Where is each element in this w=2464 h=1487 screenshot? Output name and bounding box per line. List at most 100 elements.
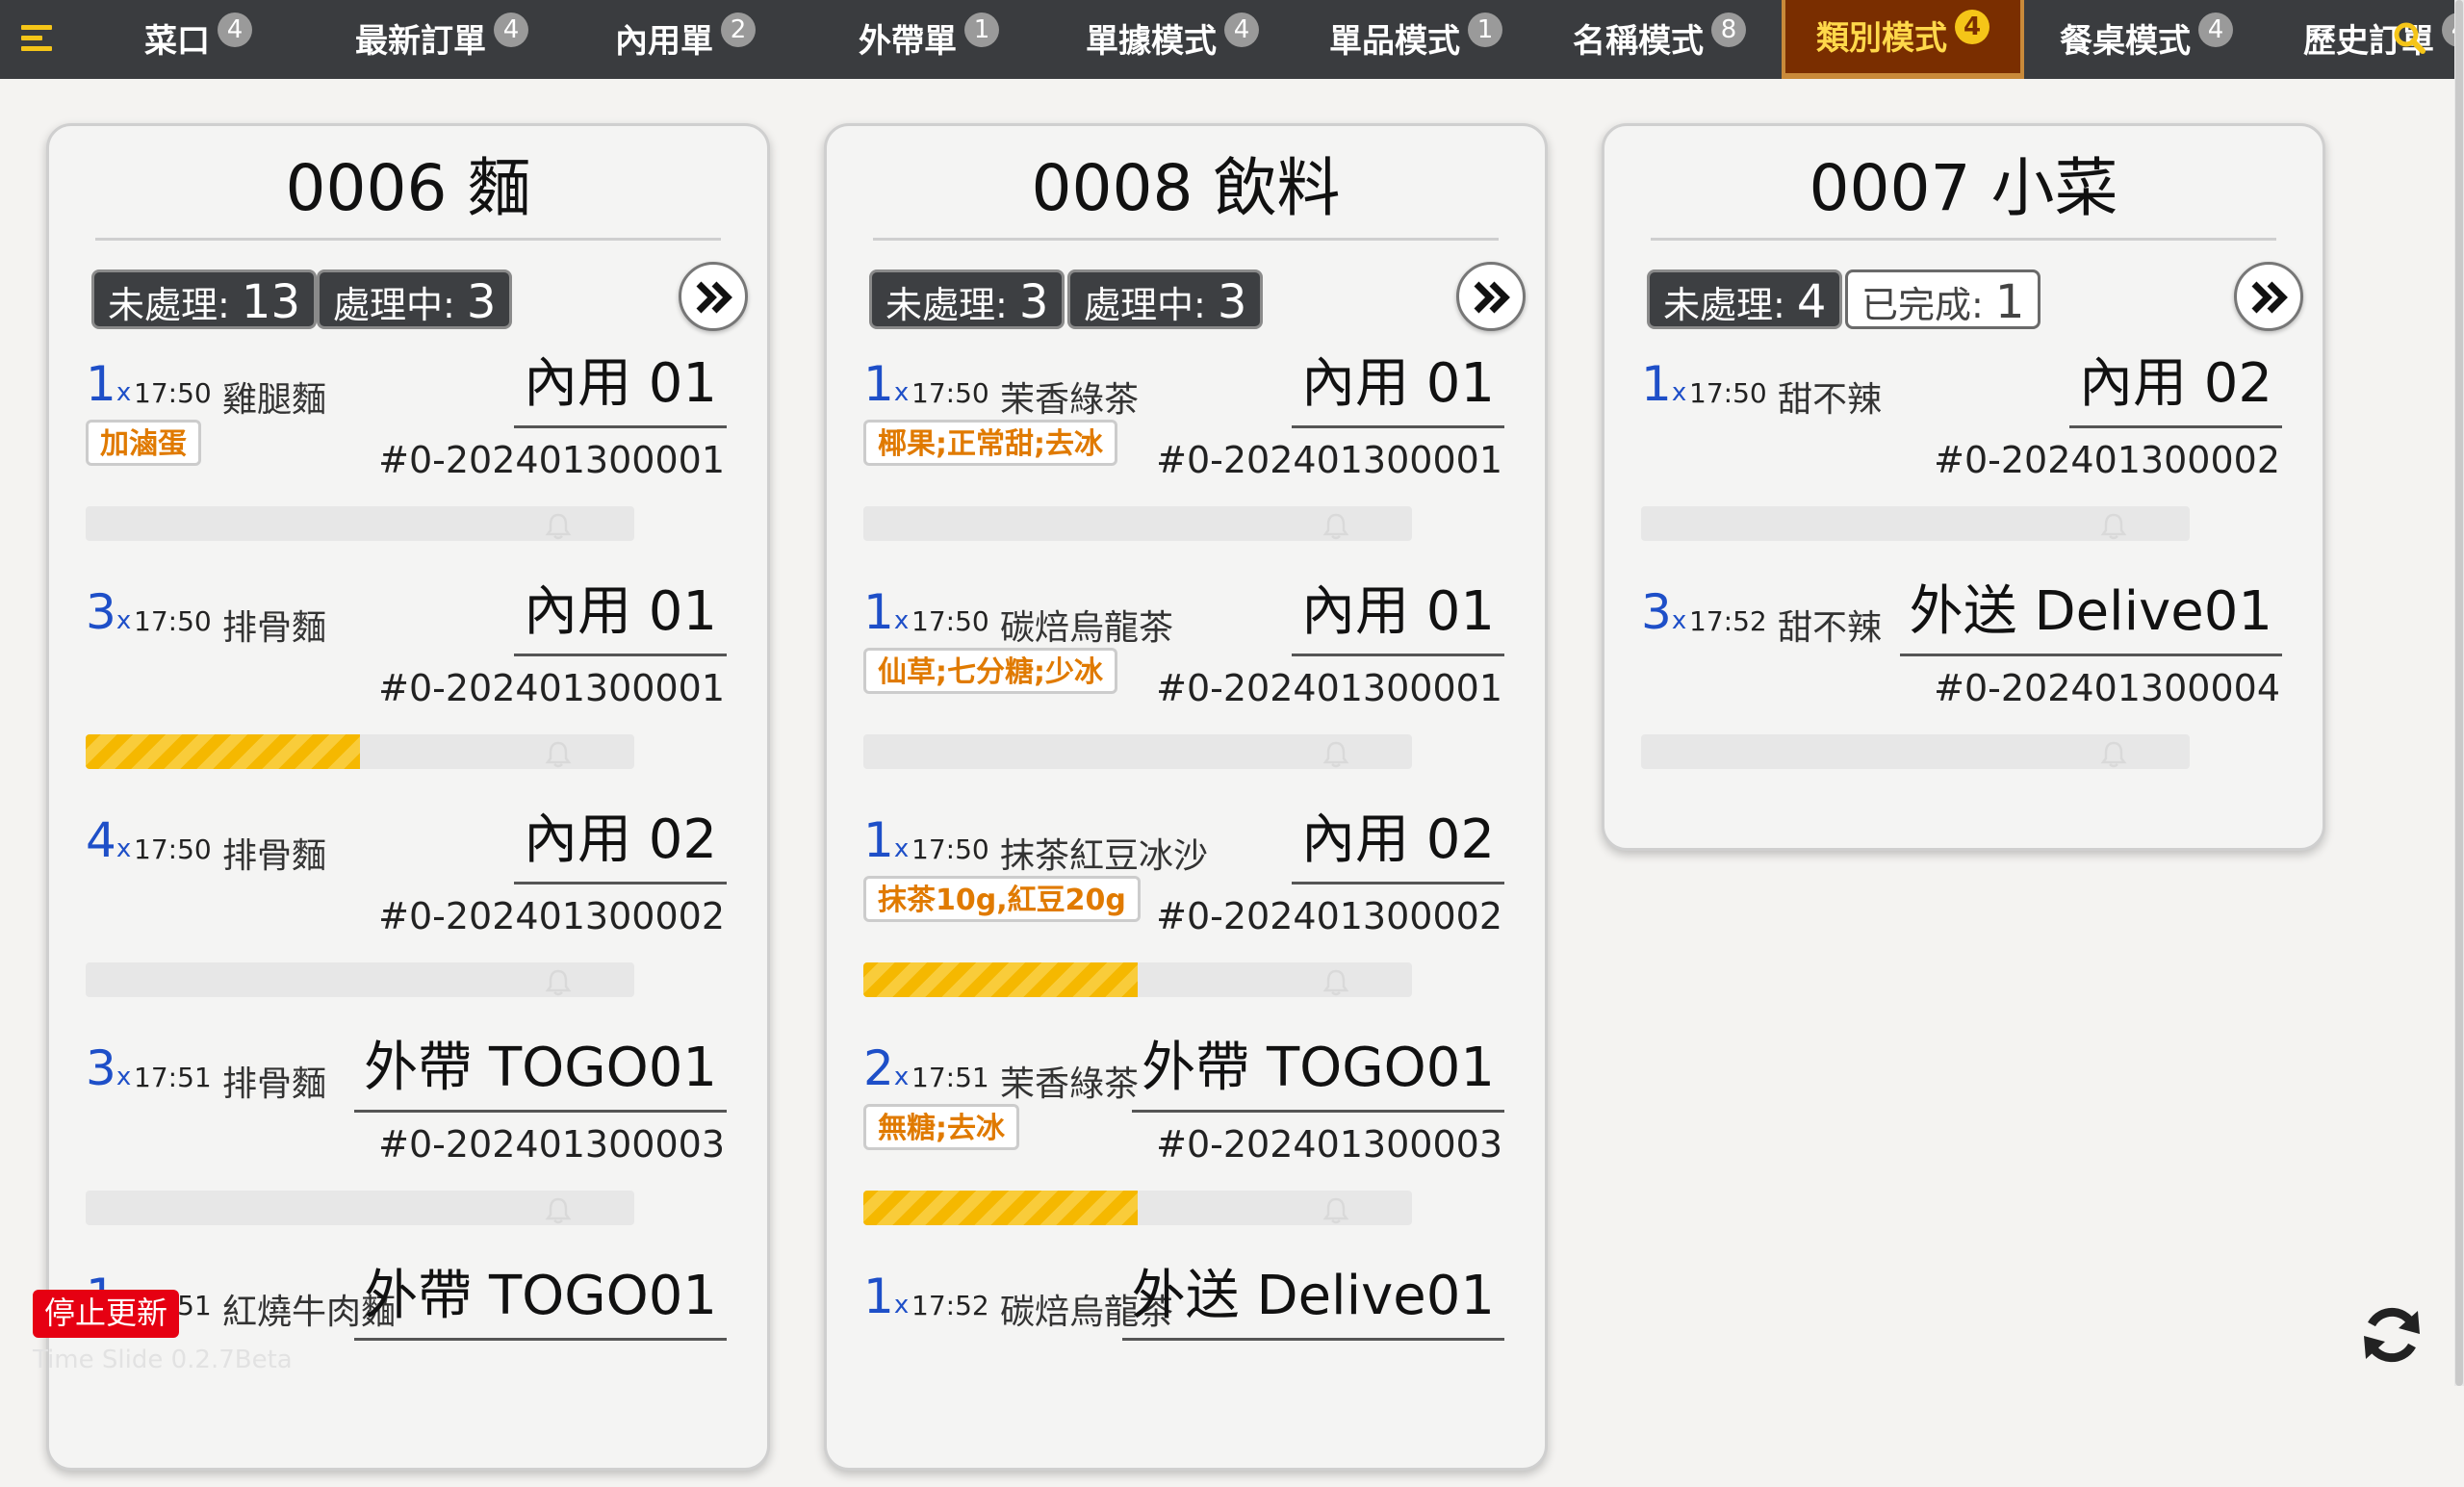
tab-count-badge: 4: [494, 13, 528, 47]
status-label: 已完成:: [1861, 284, 1984, 326]
order-item[interactable]: 1x 17:52 碳焙烏龍茶 外送 Delive01: [827, 1259, 1545, 1487]
bell-icon[interactable]: [544, 968, 573, 997]
status-chip[interactable]: 已完成: 1: [1845, 269, 2041, 329]
qty-number: 1: [86, 356, 116, 412]
forward-button[interactable]: [679, 262, 748, 331]
item-time: 17:51: [134, 1062, 212, 1093]
status-chip[interactable]: 處理中: 3: [1067, 269, 1264, 329]
status-count: 3: [466, 275, 497, 329]
refresh-icon[interactable]: [2358, 1301, 2426, 1369]
progress-fill: [863, 962, 1138, 997]
tab-8[interactable]: 餐桌模式 4: [2025, 0, 2268, 79]
item-quantity: 1x: [863, 1269, 909, 1324]
tab-label: 內用單: [615, 21, 713, 61]
tab-label: 最新訂單: [355, 21, 486, 61]
bell-icon[interactable]: [2099, 512, 2128, 541]
item-destination: 外帶 TOGO01: [354, 1259, 727, 1341]
item-quantity: 3x: [1641, 584, 1686, 640]
qty-number: 3: [86, 584, 116, 640]
item-destination: 外帶 TOGO01: [354, 1031, 727, 1113]
search-icon[interactable]: [2393, 21, 2426, 54]
item-time: 17:50: [1689, 377, 1767, 409]
order-item[interactable]: 1x 17:50 甜不辣 內用 02 #0-202401300002: [1604, 346, 2323, 575]
tab-0[interactable]: 菜口 4: [77, 0, 320, 79]
item-time: 17:50: [911, 833, 989, 865]
bell-icon[interactable]: [544, 1196, 573, 1225]
qty-x: x: [893, 834, 910, 863]
order-number: #0-202401300002: [1156, 895, 1502, 937]
item-modifier-tag: 椰果;正常甜;去冰: [863, 420, 1117, 466]
item-quantity: 1x: [1641, 356, 1686, 412]
tab-9[interactable]: 歷史訂單4: [2269, 0, 2464, 79]
item-destination: 內用 01: [513, 346, 727, 428]
item-modifier-tag: 無糖;去冰: [863, 1104, 1019, 1150]
tab-4[interactable]: 單據模式 4: [1051, 0, 1294, 79]
order-item[interactable]: 2x 17:51 茉香綠茶 外帶 TOGO01 #0-202401300003 無糖;去冰: [827, 1031, 1545, 1259]
bell-icon[interactable]: [544, 512, 573, 541]
bell-icon[interactable]: [1322, 512, 1350, 541]
order-item[interactable]: 3x 17:52 甜不辣 外送 Delive01 #0-202401300004: [1604, 575, 2323, 803]
tab-6[interactable]: 名稱模式 8: [1538, 0, 1781, 79]
status-chip[interactable]: 未處理: 13: [91, 269, 317, 329]
qty-number: 1: [863, 356, 894, 412]
order-item[interactable]: 1x 17:50 雞腿麵 內用 01 #0-202401300001 加滷蛋: [49, 346, 767, 575]
bell-icon[interactable]: [1322, 968, 1350, 997]
tab-1[interactable]: 最新訂單 4: [321, 0, 563, 79]
order-item[interactable]: 1x 17:50 抹茶紅豆冰沙 內用 02 #0-202401300002 抹茶10g,紅…: [827, 803, 1545, 1031]
forward-button[interactable]: [2234, 262, 2303, 331]
tab-label: 外帶單: [859, 21, 957, 61]
bell-icon[interactable]: [1322, 740, 1350, 769]
stop-update-button[interactable]: 停止更新: [33, 1290, 180, 1338]
item-quantity: 1x: [86, 356, 131, 412]
status-chip[interactable]: 未處理: 3: [869, 269, 1065, 329]
category-card: 0006 麵未處理: 13 處理中: 3 1x 17:50 雞腿麵 內用 01 #0-202…: [46, 123, 770, 1471]
forward-button[interactable]: [1456, 262, 1526, 331]
status-count: 4: [1796, 275, 1827, 329]
qty-x: x: [893, 1063, 910, 1091]
tab-7[interactable]: 類別模式 4: [1782, 0, 2024, 79]
status-label: 未處理:: [1663, 284, 1785, 326]
tab-count-badge: 1: [1468, 13, 1502, 47]
top-nav: 菜口 4 最新訂單 4 內用單 2 外帶單 1 單據模式 4 單品模式 1 名稱模式 8 類別模式 4 餐桌模式…: [0, 0, 2464, 79]
tab-count-badge: 4: [1955, 10, 1989, 44]
item-quantity: 3x: [86, 584, 131, 640]
bell-icon[interactable]: [544, 740, 573, 769]
item-destination: 內用 01: [1291, 575, 1504, 656]
tab-2[interactable]: 內用單 2: [564, 0, 807, 79]
status-chip[interactable]: 未處理: 4: [1647, 269, 1843, 329]
order-item[interactable]: 3x 17:50 排骨麵 內用 01 #0-202401300001: [49, 575, 767, 803]
tab-3[interactable]: 外帶單 1: [808, 0, 1050, 79]
status-row: 未處理: 3 處理中: 3: [827, 241, 1545, 346]
order-item[interactable]: 1x 17:50 茉香綠茶 內用 01 #0-202401300001 椰果;正常甜;去冰: [827, 346, 1545, 575]
item-destination: 內用 01: [513, 575, 727, 656]
order-number: #0-202401300001: [378, 667, 725, 709]
qty-x: x: [116, 834, 132, 863]
item-name: 甜不辣: [1778, 608, 1883, 648]
bell-icon[interactable]: [2099, 740, 2128, 769]
qty-number: 3: [86, 1040, 116, 1096]
status-row: 未處理: 13 處理中: 3: [49, 241, 767, 346]
order-number: #0-202401300004: [1934, 667, 2280, 709]
tab-label: 單據模式: [1086, 21, 1217, 61]
progress-fill: [863, 1191, 1138, 1225]
menu-icon[interactable]: [21, 25, 52, 54]
status-label: 未處理:: [886, 284, 1008, 326]
tab-count-badge: 1: [964, 13, 999, 47]
order-item[interactable]: 3x 17:51 排骨麵 外帶 TOGO01 #0-202401300003: [49, 1031, 767, 1259]
progress-fill: [86, 734, 360, 769]
item-name: 茉香綠茶: [1000, 1064, 1140, 1104]
qty-x: x: [116, 606, 132, 635]
tab-count-badge: 4: [2198, 13, 2233, 47]
item-name: 茉香綠茶: [1000, 380, 1140, 420]
order-number: #0-202401300001: [378, 439, 725, 481]
status-chip[interactable]: 處理中: 3: [317, 269, 513, 329]
scrollbar[interactable]: [2454, 0, 2464, 1386]
status-count: 1: [1994, 275, 2025, 329]
bell-icon[interactable]: [1322, 1196, 1350, 1225]
qty-number: 3: [1641, 584, 1672, 640]
order-number: #0-202401300002: [1934, 439, 2280, 481]
order-item[interactable]: 1x 17:50 碳焙烏龍茶 內用 01 #0-202401300001 仙草;七分糖;少…: [827, 575, 1545, 803]
order-item[interactable]: 4x 17:50 排骨麵 內用 02 #0-202401300002: [49, 803, 767, 1031]
card-title: 0007 小菜: [1651, 145, 2276, 241]
tab-5[interactable]: 單品模式 1: [1295, 0, 1537, 79]
